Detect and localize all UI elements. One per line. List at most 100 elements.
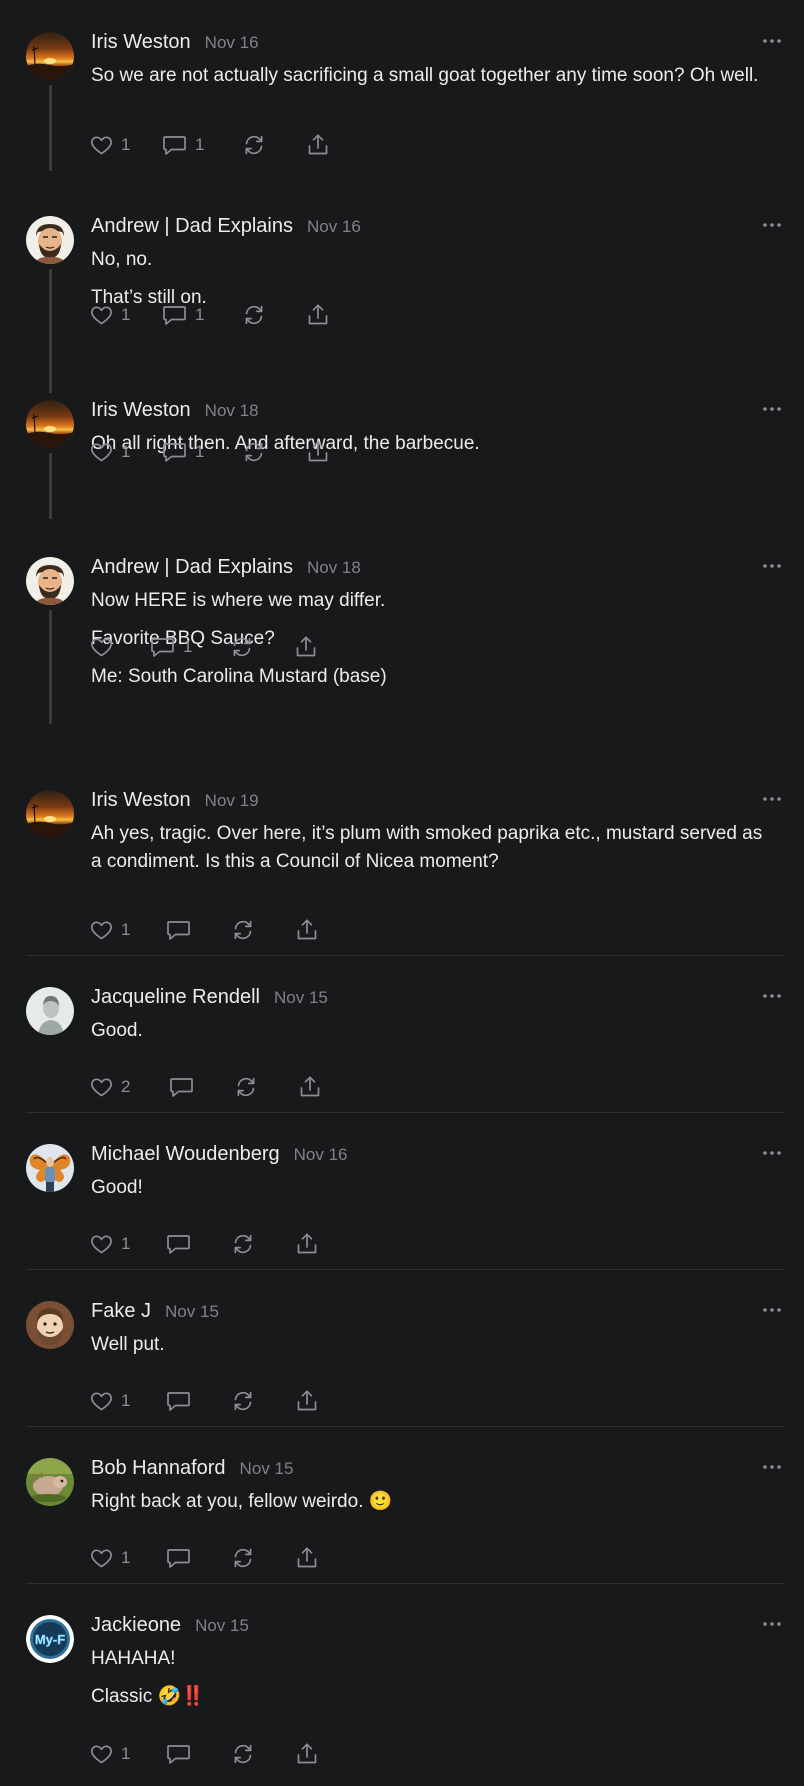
comment-date[interactable]: Nov 15 xyxy=(274,988,328,1008)
share-icon xyxy=(294,1546,320,1570)
like-button[interactable]: 1 xyxy=(89,133,131,157)
avatar[interactable] xyxy=(26,790,74,838)
comment-icon xyxy=(149,635,176,659)
reply-button[interactable]: 1 xyxy=(161,440,205,464)
share-button[interactable] xyxy=(305,303,331,327)
author-name[interactable]: Iris Weston xyxy=(91,399,191,422)
restack-button[interactable] xyxy=(230,1232,256,1256)
comment-text: So we are not actually sacrificing a sma… xyxy=(91,65,759,86)
like-button[interactable]: 1 xyxy=(89,440,131,464)
reply-button[interactable] xyxy=(165,918,209,942)
avatar[interactable] xyxy=(26,1458,74,1506)
restack-button[interactable] xyxy=(229,635,255,659)
comment-date[interactable]: Nov 16 xyxy=(307,217,361,237)
comment-date[interactable]: Nov 15 xyxy=(240,1459,294,1479)
share-icon xyxy=(305,303,331,327)
comment-text: Good. xyxy=(91,1020,143,1041)
share-button[interactable] xyxy=(294,1546,320,1570)
author-name[interactable]: Jackieone xyxy=(91,1614,181,1637)
avatar[interactable]: My-F xyxy=(26,1615,74,1663)
heart-icon xyxy=(89,303,114,327)
share-button[interactable] xyxy=(294,1742,320,1766)
comment-body: Ah yes, tragic. Over here, it’s plum wit… xyxy=(91,820,771,886)
like-button[interactable]: 2 xyxy=(89,1075,131,1099)
more-icon[interactable] xyxy=(760,1460,784,1472)
avatar[interactable] xyxy=(26,400,74,448)
comment-date[interactable]: Nov 18 xyxy=(307,558,361,578)
like-button[interactable]: 1 xyxy=(89,1742,131,1766)
restack-icon xyxy=(229,635,255,659)
reply-button[interactable] xyxy=(165,1389,209,1413)
more-icon[interactable] xyxy=(760,1146,784,1158)
like-button[interactable]: 1 xyxy=(89,303,131,327)
comment-date[interactable]: Nov 15 xyxy=(165,1302,219,1322)
author-name[interactable]: Iris Weston xyxy=(91,789,191,812)
restack-button[interactable] xyxy=(241,303,267,327)
author-name[interactable]: Iris Weston xyxy=(91,31,191,54)
like-button[interactable] xyxy=(89,635,131,659)
share-button[interactable] xyxy=(294,1389,320,1413)
reply-count: 1 xyxy=(195,135,205,154)
like-button[interactable]: 1 xyxy=(89,918,131,942)
like-count: 1 xyxy=(121,1234,131,1253)
share-button[interactable] xyxy=(294,918,320,942)
like-button[interactable]: 1 xyxy=(89,1546,131,1570)
comment-icon xyxy=(165,1546,192,1570)
thread-line xyxy=(49,85,52,171)
avatar[interactable] xyxy=(26,1301,74,1349)
reply-button[interactable]: 1 xyxy=(161,133,205,157)
avatar[interactable] xyxy=(26,1144,74,1192)
share-icon xyxy=(305,133,331,157)
reply-button[interactable] xyxy=(165,1546,209,1570)
restack-button[interactable] xyxy=(241,133,267,157)
reply-button[interactable] xyxy=(168,1075,212,1099)
reply-button[interactable]: 1 xyxy=(149,635,193,659)
restack-icon xyxy=(230,1546,256,1570)
more-icon[interactable] xyxy=(760,34,784,46)
share-button[interactable] xyxy=(294,1232,320,1256)
share-icon xyxy=(297,1075,323,1099)
avatar[interactable] xyxy=(26,987,74,1035)
comment-date[interactable]: Nov 16 xyxy=(294,1145,348,1165)
author-name[interactable]: Michael Woudenberg xyxy=(91,1143,280,1166)
avatar[interactable] xyxy=(26,216,74,264)
comment-date[interactable]: Nov 19 xyxy=(205,791,259,811)
like-button[interactable]: 1 xyxy=(89,1232,131,1256)
more-icon[interactable] xyxy=(760,402,784,414)
restack-button[interactable] xyxy=(230,918,256,942)
more-icon[interactable] xyxy=(760,1303,784,1315)
more-icon[interactable] xyxy=(760,218,784,230)
share-icon xyxy=(293,635,319,659)
reply-button[interactable] xyxy=(165,1742,209,1766)
reply-button[interactable]: 1 xyxy=(161,303,205,327)
restack-button[interactable] xyxy=(230,1546,256,1570)
comment-date[interactable]: Nov 18 xyxy=(205,401,259,421)
more-icon[interactable] xyxy=(760,989,784,1001)
comment-date[interactable]: Nov 16 xyxy=(205,33,259,53)
share-button[interactable] xyxy=(297,1075,323,1099)
share-button[interactable] xyxy=(305,133,331,157)
author-name[interactable]: Bob Hannaford xyxy=(91,1457,226,1480)
author-name[interactable]: Andrew | Dad Explains xyxy=(91,556,293,579)
reply-button[interactable] xyxy=(165,1232,209,1256)
comment-date[interactable]: Nov 15 xyxy=(195,1616,249,1636)
avatar[interactable] xyxy=(26,557,74,605)
share-button[interactable] xyxy=(293,635,319,659)
comment-header: Bob Hannaford Nov 15 xyxy=(91,1457,293,1480)
restack-button[interactable] xyxy=(230,1742,256,1766)
restack-button[interactable] xyxy=(241,440,267,464)
avatar[interactable] xyxy=(26,32,74,80)
comment-body: Good! xyxy=(91,1174,771,1212)
more-icon[interactable] xyxy=(760,1617,784,1629)
comment-icon xyxy=(165,1232,192,1256)
more-icon[interactable] xyxy=(760,792,784,804)
author-name[interactable]: Andrew | Dad Explains xyxy=(91,215,293,238)
more-icon[interactable] xyxy=(760,559,784,571)
like-button[interactable]: 1 xyxy=(89,1389,131,1413)
author-name[interactable]: Jacqueline Rendell xyxy=(91,986,260,1009)
share-button[interactable] xyxy=(305,440,331,464)
restack-button[interactable] xyxy=(233,1075,259,1099)
comment-text: HAHAHA! xyxy=(91,1648,176,1669)
restack-button[interactable] xyxy=(230,1389,256,1413)
author-name[interactable]: Fake J xyxy=(91,1300,151,1323)
